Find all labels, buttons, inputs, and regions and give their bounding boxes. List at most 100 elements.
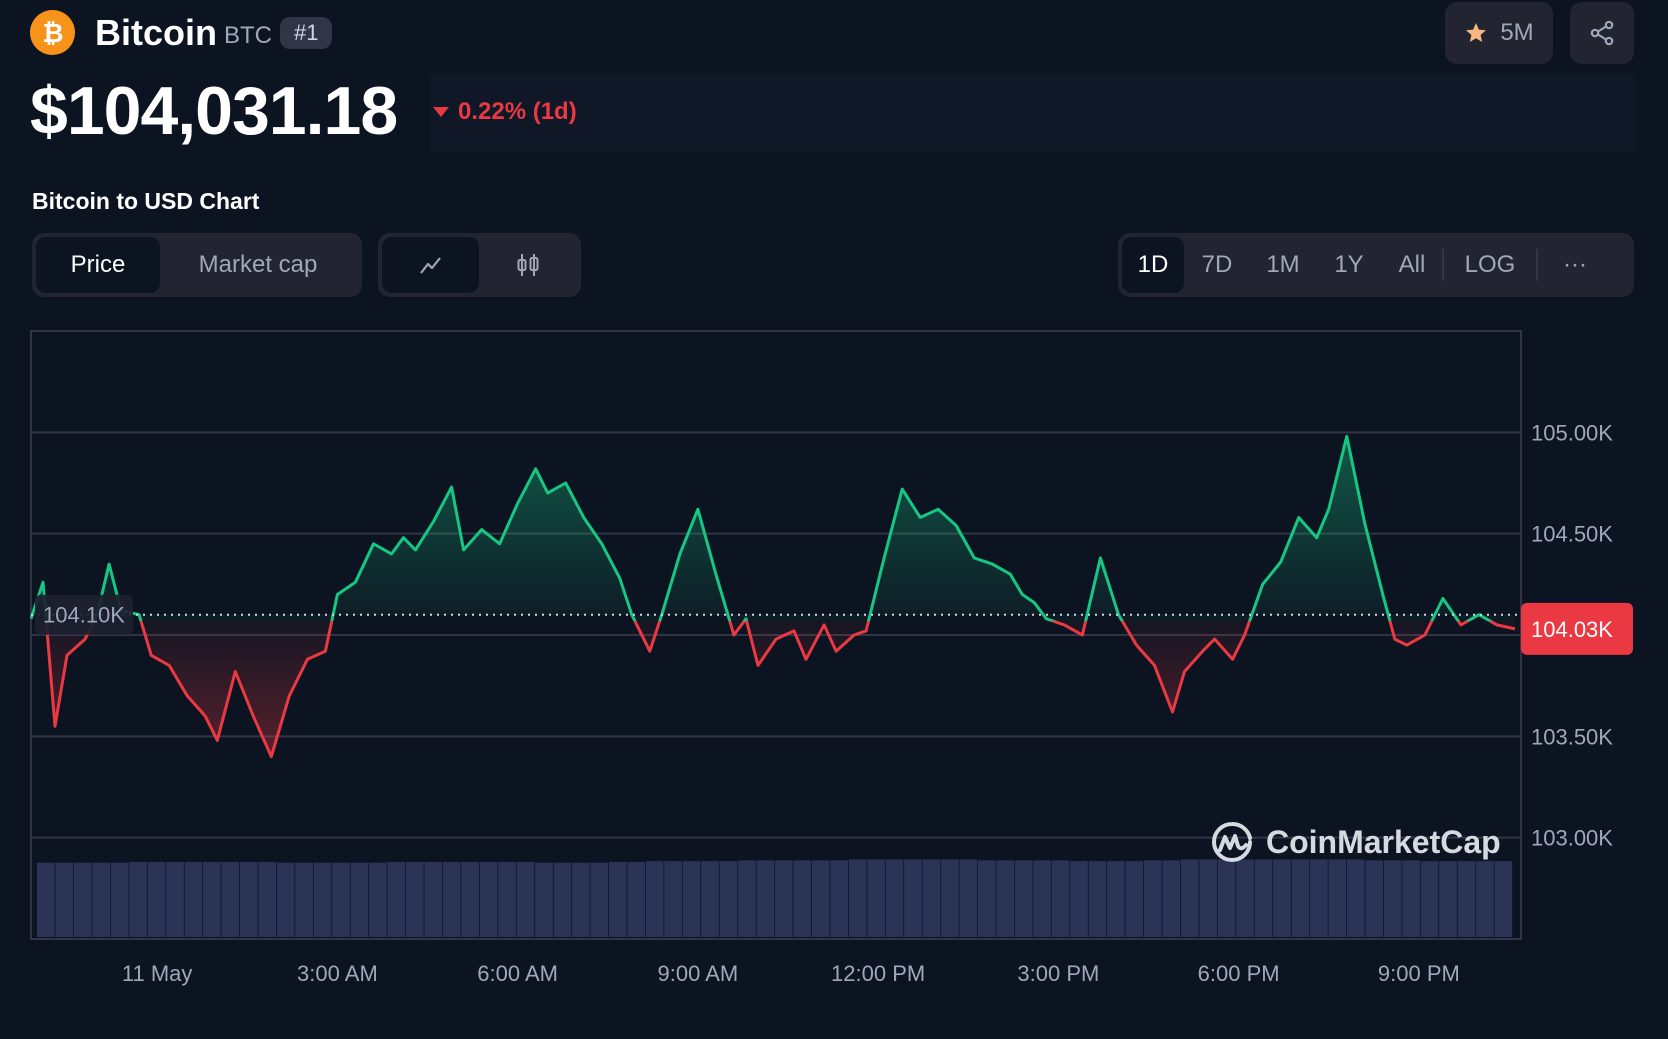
volume-bar bbox=[1328, 859, 1347, 937]
x-tick-label: 12:00 PM bbox=[831, 961, 925, 986]
volume-bar bbox=[1402, 860, 1420, 937]
volume-bar bbox=[37, 862, 55, 937]
volume-bar bbox=[276, 862, 295, 937]
x-tick-label: 9:00 PM bbox=[1378, 961, 1460, 986]
volume-bar bbox=[424, 861, 443, 937]
baseline-tag: 104.10K bbox=[35, 594, 133, 635]
volume-bar bbox=[1310, 859, 1328, 937]
volume-bar bbox=[332, 862, 350, 937]
baseline-label: 104.10K bbox=[43, 603, 125, 628]
volume-bar bbox=[350, 862, 369, 937]
volume-bar bbox=[904, 859, 922, 937]
x-tick-label: 6:00 PM bbox=[1198, 961, 1280, 986]
volume-bar bbox=[406, 861, 424, 937]
volume-bar bbox=[977, 860, 996, 937]
volume-bar bbox=[258, 861, 277, 937]
current-price-label: 104.03K bbox=[1531, 617, 1613, 642]
x-tick-label: 3:00 AM bbox=[297, 961, 378, 986]
volume-bar bbox=[1088, 861, 1107, 937]
volume-bar bbox=[1199, 859, 1217, 937]
volume-bar bbox=[627, 861, 646, 937]
volume-bar bbox=[830, 860, 848, 937]
x-tick-label: 11 May bbox=[122, 961, 193, 986]
volume-bar bbox=[166, 861, 184, 937]
volume-bar bbox=[701, 861, 719, 937]
volume-bar bbox=[184, 861, 203, 937]
volume-bar bbox=[1125, 861, 1144, 937]
volume-bar bbox=[1346, 859, 1365, 937]
current-price-tag: 104.03K bbox=[1521, 602, 1633, 655]
volume-bar bbox=[1457, 861, 1476, 937]
volume-bar bbox=[1033, 860, 1051, 937]
volume-bar bbox=[1439, 861, 1457, 937]
volume-bar bbox=[775, 860, 793, 937]
volume-bar bbox=[221, 861, 240, 937]
volume-bar bbox=[1236, 859, 1254, 937]
volume-bar bbox=[1273, 859, 1291, 937]
volume-bar bbox=[1291, 859, 1310, 937]
x-tick-label: 3:00 PM bbox=[1017, 961, 1099, 986]
volume-bar bbox=[811, 860, 830, 937]
volume-bar bbox=[535, 862, 553, 937]
volume-bar bbox=[1365, 860, 1384, 937]
volume-bar bbox=[738, 860, 756, 937]
volume-bar bbox=[1254, 859, 1273, 937]
price-chart[interactable]: 104.10K 105.00K 104.50K 103.50K 103.00K 104… bbox=[0, 0, 1668, 1039]
volume-bar bbox=[1051, 860, 1070, 937]
volume-bar bbox=[1162, 860, 1181, 937]
volume-bar bbox=[664, 861, 682, 937]
volume-bar bbox=[498, 861, 516, 937]
volume-bar bbox=[1494, 861, 1513, 937]
volume-bar bbox=[922, 859, 941, 937]
volume-bar bbox=[479, 861, 498, 937]
volume-bar bbox=[682, 861, 701, 937]
volume-bar bbox=[867, 859, 885, 937]
volume-bar bbox=[92, 862, 110, 937]
volume-bar bbox=[387, 861, 406, 937]
volume-bar bbox=[608, 861, 627, 937]
x-tick-label: 9:00 AM bbox=[658, 961, 739, 986]
volume-bar bbox=[885, 859, 904, 937]
volume-bar bbox=[203, 861, 221, 937]
x-tick-label: 6:00 AM bbox=[477, 961, 558, 986]
coinmarketcap-logo-icon bbox=[1212, 821, 1252, 862]
watermark-text: CoinMarketCap bbox=[1266, 823, 1501, 860]
volume-bar bbox=[756, 860, 775, 937]
volume-bar bbox=[645, 861, 664, 937]
volume-bar bbox=[1014, 860, 1033, 937]
volume-bar bbox=[129, 861, 147, 937]
volume-bar bbox=[1383, 860, 1402, 937]
volume-bar bbox=[110, 862, 129, 937]
volume-bar bbox=[1476, 861, 1494, 937]
volume-bar bbox=[1420, 861, 1439, 937]
coinmarketcap-watermark: CoinMarketCap bbox=[1208, 818, 1501, 866]
volume-bar bbox=[313, 862, 332, 937]
volume-bar bbox=[1144, 860, 1162, 937]
volume-bar bbox=[590, 862, 609, 937]
y-tick-label: 105.00K bbox=[1531, 420, 1613, 445]
volume-bar bbox=[239, 861, 258, 937]
volume-bar bbox=[461, 861, 479, 937]
volume-bar bbox=[516, 861, 535, 937]
volume-bar bbox=[295, 862, 313, 937]
volume-bar bbox=[1217, 859, 1236, 937]
volume-bar bbox=[959, 859, 978, 937]
volume-bar bbox=[996, 860, 1015, 937]
volume-bar bbox=[941, 859, 959, 937]
volume-bar bbox=[1070, 861, 1088, 937]
volume-bar bbox=[442, 861, 461, 937]
volume-bar bbox=[572, 862, 590, 937]
volume-bar bbox=[147, 861, 166, 937]
volume-bar bbox=[1180, 859, 1199, 937]
volume-bar bbox=[719, 861, 738, 937]
y-tick-label: 103.50K bbox=[1531, 724, 1613, 749]
volume-bar bbox=[848, 859, 867, 937]
volume-bar bbox=[553, 862, 572, 937]
volume-bar bbox=[793, 860, 812, 937]
y-tick-label: 103.00K bbox=[1531, 826, 1613, 851]
volume-bar bbox=[73, 862, 92, 937]
volume-bar bbox=[55, 862, 74, 937]
y-tick-label: 104.50K bbox=[1531, 522, 1613, 547]
volume-bar bbox=[369, 862, 387, 937]
volume-bar bbox=[1107, 861, 1125, 937]
